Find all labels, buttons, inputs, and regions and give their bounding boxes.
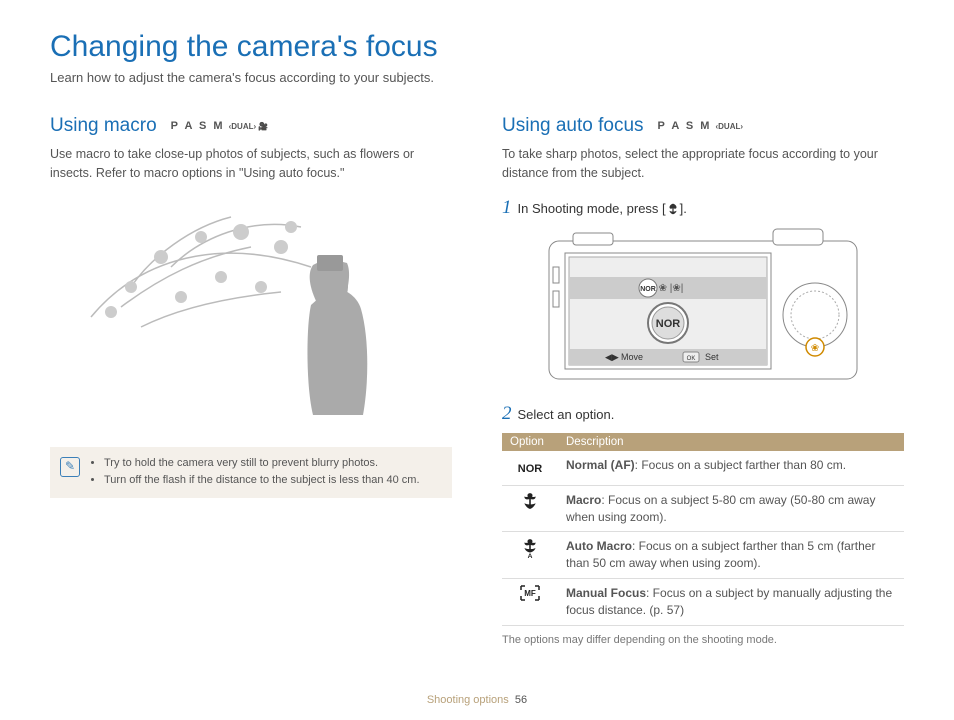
svg-text:◀▶: ◀▶ (605, 352, 619, 362)
camera-illustration: NOR ❀ |❀| NOR ◀▶ Move OK Set (502, 227, 904, 387)
section-heading-autofocus: Using auto focus P A S M ‹DUAL› (502, 115, 904, 137)
mode-icons: P A S M ‹DUAL› (658, 120, 744, 132)
svg-text:MF: MF (524, 589, 536, 598)
svg-text:NOR: NOR (640, 286, 656, 293)
step-1: 1 In Shooting mode, press []. (502, 197, 904, 219)
macro-illustration (50, 197, 452, 417)
mode-letters: P A S M (171, 120, 225, 132)
option-title: Macro (566, 493, 601, 507)
svg-text:NOR: NOR (656, 318, 681, 330)
table-row: Macro: Focus on a subject 5-80 cm away (… (502, 485, 904, 532)
option-title: Normal (AF) (566, 458, 635, 472)
svg-text:Move: Move (621, 352, 643, 362)
heading-text: Using macro (50, 115, 157, 137)
mode-extra: ‹DUAL› (715, 122, 743, 131)
svg-text:A: A (528, 553, 533, 558)
table-header-description: Description (558, 433, 904, 451)
page-footer: Shooting options 56 (0, 694, 954, 706)
options-note: The options may differ depending on the … (502, 634, 904, 646)
note-icon: ✎ (60, 457, 80, 477)
svg-text:❀ |❀|: ❀ |❀| (659, 283, 684, 294)
step-2: 2 Select an option. (502, 403, 904, 425)
option-icon-manualfocus: MF (502, 579, 558, 626)
page-title: Changing the camera's focus (50, 30, 904, 64)
right-column: Using auto focus P A S M ‹DUAL› To take … (502, 115, 904, 646)
heading-text: Using auto focus (502, 115, 644, 137)
step-number: 1 (502, 197, 512, 219)
svg-text:Set: Set (705, 352, 719, 362)
footer-page-number: 56 (515, 694, 527, 706)
svg-text:OK: OK (687, 356, 696, 362)
tip-item: Try to hold the camera very still to pre… (104, 455, 420, 473)
option-title: Auto Macro (566, 539, 632, 553)
mode-extra: ‹DUAL› 🎥 (229, 122, 269, 131)
left-column: Using macro P A S M ‹DUAL› 🎥 Use macro t… (50, 115, 452, 646)
tip-box: ✎ Try to hold the camera very still to p… (50, 447, 452, 498)
mode-icons: P A S M ‹DUAL› 🎥 (171, 120, 269, 132)
option-title: Manual Focus (566, 586, 646, 600)
page-subtitle: Learn how to adjust the camera's focus a… (50, 70, 904, 85)
table-header-option: Option (502, 433, 558, 451)
autofocus-description: To take sharp photos, select the appropr… (502, 145, 904, 183)
footer-section: Shooting options (427, 694, 509, 706)
mode-letters: P A S M (658, 120, 712, 132)
step-1-text-suffix: ]. (680, 201, 687, 216)
table-row: A Auto Macro: Focus on a subject farther… (502, 532, 904, 579)
step-2-text: Select an option. (518, 407, 615, 422)
svg-text:❀: ❀ (811, 343, 819, 354)
table-row: MF Manual Focus: Focus on a subject by m… (502, 579, 904, 626)
macro-button-icon (666, 202, 680, 216)
option-icon-normal: NOR (502, 451, 558, 486)
tip-item: Turn off the flash if the distance to th… (104, 472, 420, 490)
focus-options-table: Option Description NOR Normal (AF): Focu… (502, 433, 904, 626)
option-desc: : Focus on a subject farther than 80 cm. (635, 458, 846, 472)
option-icon-automacro: A (502, 532, 558, 579)
option-desc: : Focus on a subject 5-80 cm away (50-80… (566, 493, 875, 524)
step-1-text-prefix: In Shooting mode, press [ (518, 201, 666, 216)
table-row: NOR Normal (AF): Focus on a subject fart… (502, 451, 904, 486)
section-heading-macro: Using macro P A S M ‹DUAL› 🎥 (50, 115, 452, 137)
step-number: 2 (502, 403, 512, 425)
macro-description: Use macro to take close-up photos of sub… (50, 145, 452, 183)
option-icon-macro (502, 485, 558, 532)
